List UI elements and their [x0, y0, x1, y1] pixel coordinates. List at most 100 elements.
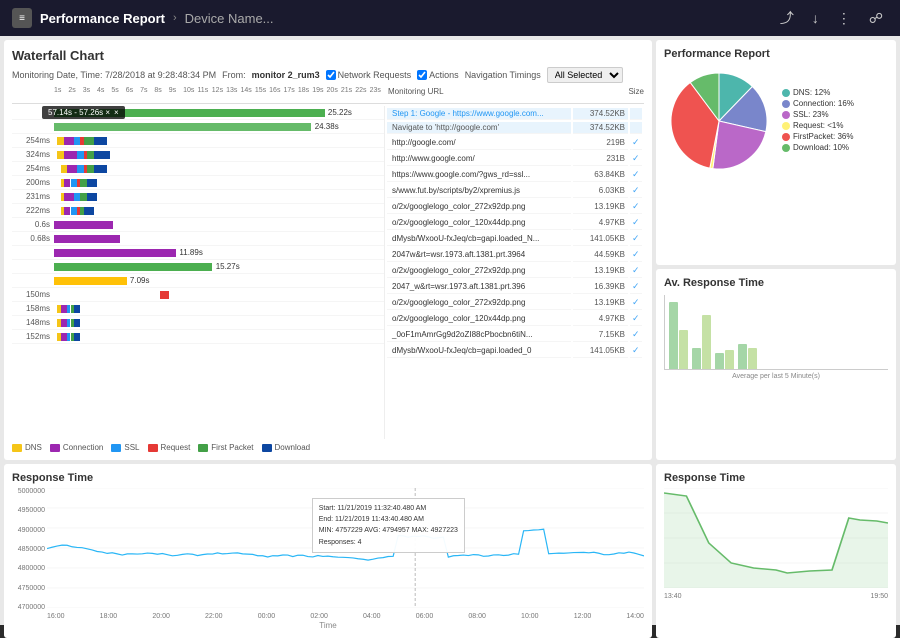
- bar-segment: [61, 333, 68, 341]
- pie-title: Performance Report: [664, 48, 888, 60]
- bar-row: 148ms: [12, 316, 384, 330]
- av-bar-1: [669, 302, 678, 369]
- tick-label: 3s: [83, 87, 97, 101]
- left-chart-area: 5000000495000049000004850000480000047500…: [12, 488, 644, 611]
- tick-label: 7s: [140, 87, 154, 101]
- actions-checkbox[interactable]: [417, 70, 427, 80]
- bar-segment: [80, 193, 87, 201]
- bar-track: [54, 137, 384, 145]
- url-text: dMysb/WxooU-fxJeq/cb=gapi.loaded_0: [392, 346, 531, 355]
- bar-segment: [64, 207, 71, 215]
- legend-item: DNS: [12, 443, 42, 452]
- av-response-panel: Av. Response Time Average per last 5 Min…: [656, 269, 896, 460]
- url-text: s/www.fut.by/scripts/by2/xpremius.js: [392, 186, 520, 195]
- from-label: From:: [222, 70, 246, 80]
- legend-item: SSL: [111, 443, 139, 452]
- url-size: 231B: [573, 152, 628, 166]
- bar-track: [54, 235, 384, 243]
- legend-color: [12, 444, 22, 452]
- av-bar-group: [669, 302, 688, 369]
- pie-legend-label: SSL: 23%: [793, 110, 829, 119]
- wf-legend: DNSConnectionSSLRequestFirst PacketDownl…: [12, 443, 644, 452]
- bar-track: [54, 151, 384, 159]
- url-size: 7.15KB: [573, 328, 628, 342]
- actions-checkbox-label[interactable]: Actions: [417, 70, 459, 80]
- share-icon[interactable]: ⤴: [775, 6, 799, 30]
- url-text: o/2x/googlelogo_color_272x92dp.png: [392, 266, 525, 275]
- bar-label: 254ms: [12, 164, 54, 173]
- tick-label: 4s: [97, 87, 111, 101]
- url-check-icon: ✓: [630, 344, 642, 358]
- network-requests-checkbox[interactable]: [326, 70, 336, 80]
- url-check-icon: ✓: [630, 200, 642, 214]
- device-name: Device Name...: [185, 11, 274, 26]
- url-table-row: Step 1: Google - https://www.google.com.…: [387, 108, 642, 120]
- app-title: Performance Report: [40, 11, 165, 26]
- legend-item: Connection: [50, 443, 103, 452]
- url-text: o/2x/googlelogo_color_272x92dp.png: [392, 298, 525, 307]
- response-time-left-title: Response Time: [12, 472, 644, 484]
- bar-segment: [54, 123, 311, 131]
- monitoring-date-label: Monitoring Date, Time: 7/28/2018 at 9:28…: [12, 70, 216, 80]
- url-size: 141.05KB: [573, 344, 628, 358]
- nav-timings-select[interactable]: All Selected: [547, 67, 623, 83]
- av-bar-chart: [664, 295, 888, 370]
- breadcrumb-sep: ›: [173, 12, 177, 24]
- bar-segment: [77, 151, 84, 159]
- bar-segment: [160, 291, 170, 299]
- av-bar-2: [725, 350, 734, 369]
- legend-label: Download: [275, 443, 311, 452]
- tick-label: 1s: [54, 87, 68, 101]
- chat-icon[interactable]: ☍: [864, 8, 888, 29]
- pie-legend-label: FirstPacket: 36%: [793, 132, 853, 141]
- url-size: 13.19KB: [573, 200, 628, 214]
- bars-area: 57.14s - 57.26s × ×25.22s24.38s254ms324m…: [12, 106, 384, 439]
- bar-value-label: 24.38s: [315, 122, 339, 131]
- pie-legend-dot: [782, 89, 790, 97]
- line-chart-left: Start: 11/21/2019 11:32:40.480 AM End: 1…: [47, 488, 644, 611]
- tick-label: 21s: [341, 87, 355, 101]
- bar-segment: [64, 137, 74, 145]
- url-check-icon: [630, 122, 642, 134]
- url-text: o/2x/googlelogo_color_120x44dp.png: [392, 314, 525, 323]
- bar-row: 158ms: [12, 302, 384, 316]
- right-chart-area: [664, 488, 888, 591]
- pie-legend-label: Download: 10%: [793, 143, 849, 152]
- bar-segment: [87, 179, 97, 187]
- x-axis-label: 13:40: [664, 593, 682, 600]
- bar-track: [54, 165, 384, 173]
- download-icon[interactable]: ↓: [807, 8, 824, 28]
- bar-row: 0.6s: [12, 218, 384, 232]
- bar-track: [54, 221, 384, 229]
- url-text: http://google.com/: [392, 138, 456, 147]
- tooltip-responses: Responses: 4: [319, 539, 362, 546]
- bar-segment: [64, 193, 74, 201]
- av-bar-group: [692, 315, 711, 369]
- bar-segment: [94, 137, 107, 145]
- url-check-icon: ✓: [630, 280, 642, 294]
- url-check-icon: ✓: [630, 232, 642, 246]
- pie-legend-dot: [782, 111, 790, 119]
- av-bar-1: [692, 348, 701, 369]
- bar-segment: [87, 193, 97, 201]
- url-table-row: s/www.fut.by/scripts/by2/xpremius.js6.03…: [387, 184, 642, 198]
- bar-segment: [61, 305, 68, 313]
- bar-segment: [71, 207, 78, 215]
- network-requests-checkbox-label[interactable]: Network Requests: [326, 70, 412, 80]
- bottom-left-panel: Response Time 50000004950000490000048500…: [4, 464, 652, 638]
- legend-color: [148, 444, 158, 452]
- bar-segment: [87, 165, 94, 173]
- url-check-icon: ✓: [630, 248, 642, 262]
- waterfall-meta: Monitoring Date, Time: 7/28/2018 at 9:28…: [12, 67, 644, 83]
- url-check-icon: ✓: [630, 168, 642, 182]
- url-table: Step 1: Google - https://www.google.com.…: [385, 106, 644, 360]
- bar-track: [54, 319, 384, 327]
- legend-color: [262, 444, 272, 452]
- tick-label: 20s: [327, 87, 341, 101]
- url-size: 4.97KB: [573, 216, 628, 230]
- legend-color: [111, 444, 121, 452]
- url-text: dMysb/WxooU-fxJeq/cb=gapi.loaded_N...: [392, 234, 539, 243]
- pie-legend-dot: [782, 122, 790, 130]
- url-check-icon: ✓: [630, 312, 642, 326]
- more-icon[interactable]: ⋮: [832, 8, 856, 29]
